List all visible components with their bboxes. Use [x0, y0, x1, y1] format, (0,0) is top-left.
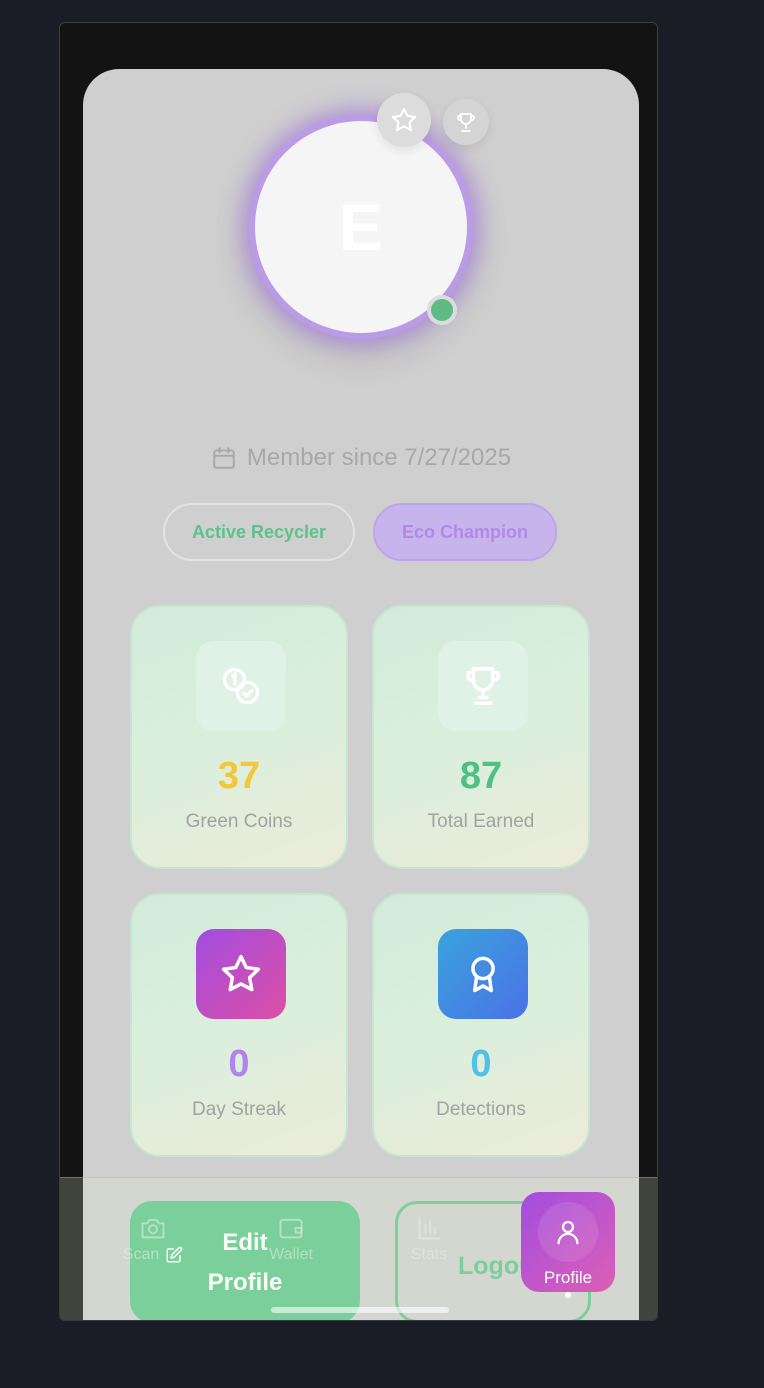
badge-active-recycler: Active Recycler — [163, 503, 355, 561]
avatar-container: E — [249, 93, 489, 339]
star-icon — [196, 929, 286, 1019]
tab-scan[interactable]: Scan — [108, 1214, 198, 1264]
trophy-icon — [438, 641, 528, 731]
badge-eco-champion: Eco Champion — [373, 503, 557, 561]
member-since-row: Member since 7/27/2025 — [83, 444, 639, 472]
phone-frame: E Member since 7/27/2025 Active Recycler… — [59, 22, 658, 1321]
member-since-text: Member since 7/27/2025 — [246, 444, 512, 471]
badge-pills: Active Recycler Eco Champion — [163, 503, 557, 561]
award-icon — [438, 929, 528, 1019]
stat-label: Detections — [436, 1099, 526, 1120]
tab-scan-label: Scan — [122, 1246, 160, 1263]
wallet-icon — [279, 1218, 303, 1239]
online-status-dot — [427, 295, 457, 325]
tab-profile[interactable]: Profile — [521, 1192, 615, 1292]
profile-card: E Member since 7/27/2025 Active Recycler… — [83, 69, 639, 1320]
tab-stats[interactable]: Stats — [384, 1214, 474, 1264]
stat-card-total-earned[interactable]: 87 Total Earned — [372, 605, 590, 869]
stat-card-detections[interactable]: 0 Detections — [372, 893, 590, 1157]
trophy-badge-icon — [443, 99, 489, 145]
coins-icon — [196, 641, 286, 731]
bar-chart-icon — [418, 1216, 441, 1240]
tab-stats-label: Stats — [410, 1246, 448, 1263]
stat-label: Total Earned — [427, 811, 535, 832]
stat-value: 0 — [228, 1043, 250, 1085]
calendar-icon — [213, 447, 235, 469]
tab-profile-label: Profile — [543, 1268, 593, 1287]
tab-wallet-label: Wallet — [269, 1246, 313, 1263]
edit-icon — [166, 1246, 183, 1263]
stat-label: Day Streak — [192, 1099, 286, 1120]
stat-label: Green Coins — [185, 811, 293, 832]
user-icon — [538, 1202, 598, 1262]
tab-wallet[interactable]: Wallet — [246, 1214, 336, 1264]
avatar-initial: E — [338, 190, 384, 264]
stat-card-green-coins[interactable]: 37 Green Coins — [130, 605, 348, 869]
home-indicator — [271, 1307, 449, 1313]
active-tab-indicator — [565, 1292, 571, 1298]
camera-icon — [141, 1218, 165, 1239]
stat-value: 37 — [217, 755, 261, 797]
star-badge-icon — [377, 93, 431, 147]
bottom-tab-bar: Scan Wallet Stats Profile — [60, 1177, 657, 1320]
stat-value: 87 — [459, 755, 503, 797]
stat-card-day-streak[interactable]: 0 Day Streak — [130, 893, 348, 1157]
stat-value: 0 — [470, 1043, 492, 1085]
